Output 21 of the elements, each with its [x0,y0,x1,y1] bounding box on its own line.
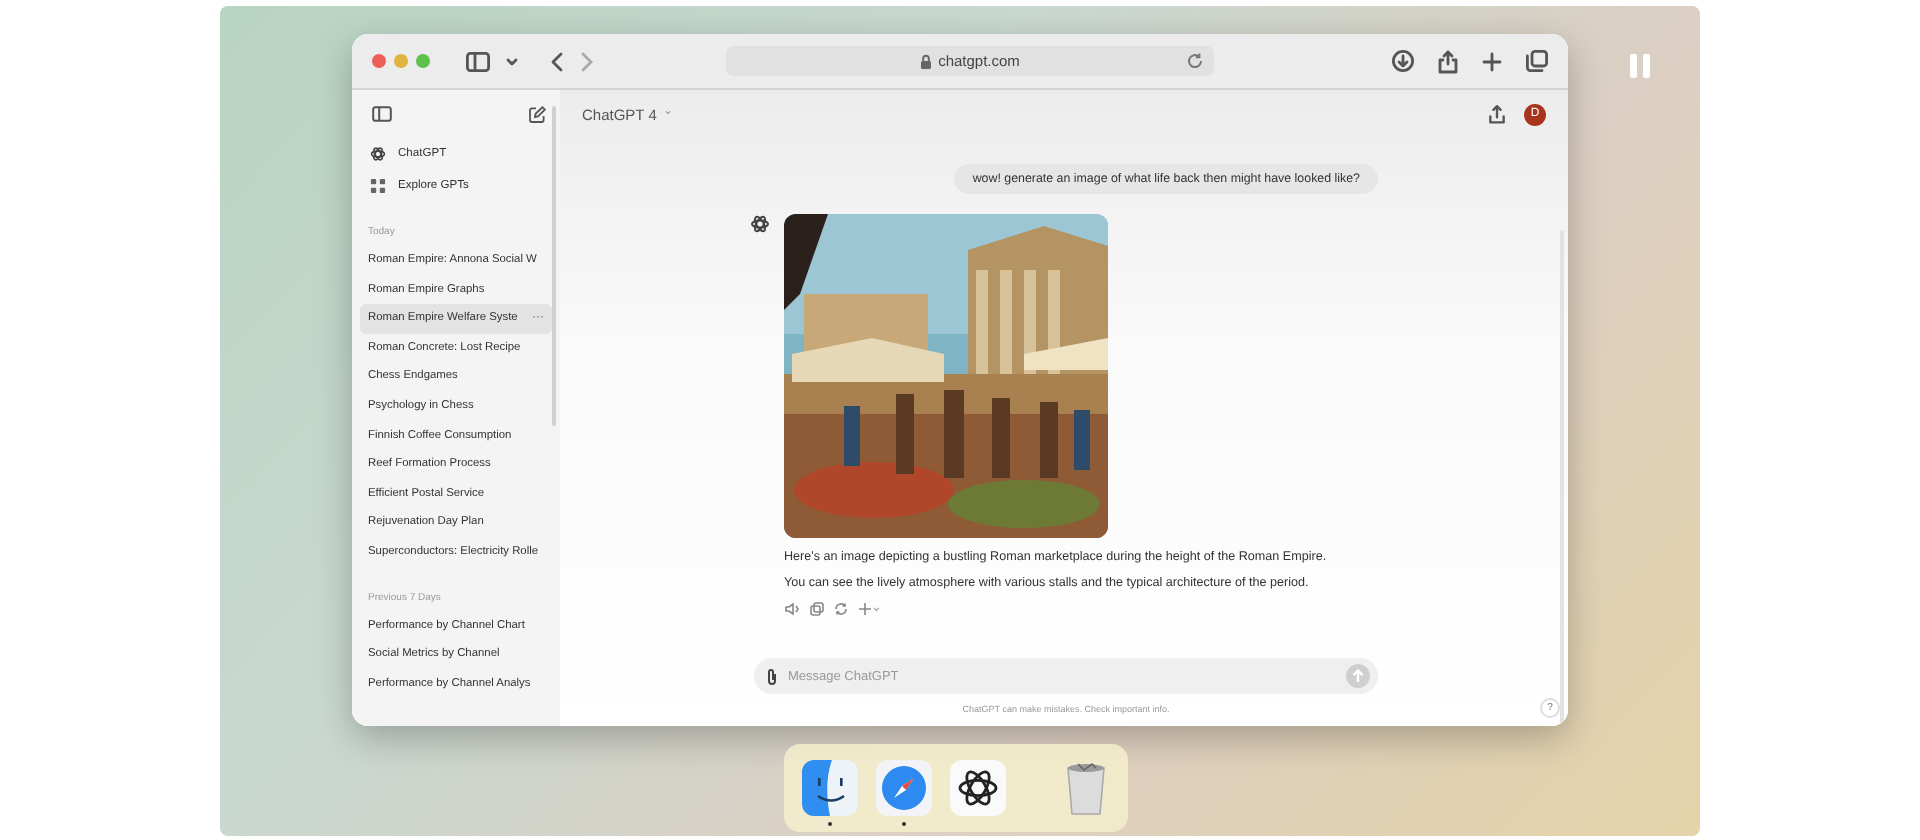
regenerate-icon[interactable] [834,602,848,616]
back-icon[interactable] [550,51,564,71]
copy-icon[interactable] [810,602,824,616]
reload-icon[interactable] [1186,52,1204,70]
caret-icon[interactable] [506,57,518,65]
share-icon[interactable] [1488,104,1506,124]
plus-icon[interactable] [1482,51,1502,71]
grid-icon [370,178,386,194]
share-icon[interactable] [1438,49,1458,73]
compass-icon[interactable] [876,760,932,816]
forward-icon[interactable] [580,51,594,71]
new-chat-icon[interactable] [528,105,546,123]
finder-icon[interactable] [802,760,858,816]
sidebar-icon[interactable] [372,106,392,122]
download-icon[interactable] [1392,50,1414,72]
lock-icon [920,53,933,69]
sidebar-icon[interactable] [466,51,490,71]
speaker-icon[interactable] [784,602,800,616]
scrollbar[interactable] [552,106,556,426]
tabs-icon[interactable] [1526,50,1548,72]
paperclip-icon[interactable] [766,667,778,685]
